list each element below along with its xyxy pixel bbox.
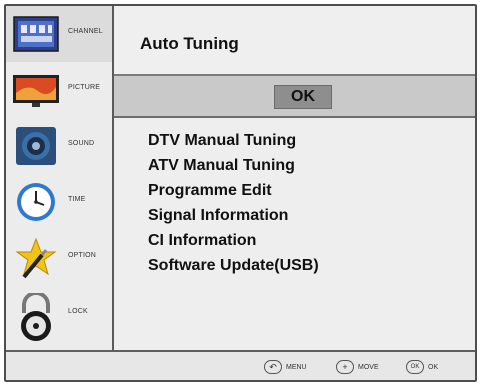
sidebar-item-label: SOUND (68, 140, 95, 147)
footer-hint-bar: ↶ MENU + MOVE OK OK (6, 350, 475, 380)
menu-item-software-update[interactable]: Software Update(USB) (148, 253, 319, 278)
sidebar-item-lock[interactable]: LOCK (6, 286, 112, 350)
ok-row: OK (114, 76, 475, 118)
footer-menu-hint: ↶ MENU (264, 360, 307, 374)
sidebar-item-label: PICTURE (68, 84, 101, 91)
menu-return-icon: ↶ (264, 360, 282, 374)
menu-item-dtv-manual-tuning[interactable]: DTV Manual Tuning (148, 128, 319, 153)
footer-ok-hint: OK OK (406, 360, 438, 374)
channel-menu-panel: Auto Tuning OK DTV Manual Tuning ATV Man… (114, 6, 475, 350)
clock-icon (17, 183, 55, 221)
menu-item-programme-edit[interactable]: Programme Edit (148, 178, 319, 203)
lock-icon (21, 293, 51, 341)
sidebar-item-label: LOCK (68, 308, 88, 315)
move-cross-icon: + (336, 360, 354, 374)
sound-icon (16, 127, 56, 165)
footer-move-hint: + MOVE (336, 360, 379, 374)
sidebar-item-label: CHANNEL (68, 28, 103, 35)
picture-icon (13, 75, 59, 107)
menu-item-signal-information[interactable]: Signal Information (148, 203, 319, 228)
ok-key-icon: OK (406, 360, 424, 374)
ok-button[interactable]: OK (274, 85, 332, 109)
sidebar-item-label: OPTION (68, 252, 97, 259)
option-icon (15, 237, 57, 279)
auto-tuning-item[interactable]: Auto Tuning (140, 34, 239, 54)
tv-menu-frame: CHANNEL PICTURE SOUND TIME OPTION LOCK A… (4, 4, 477, 382)
channel-menu-list: DTV Manual Tuning ATV Manual Tuning Prog… (148, 128, 319, 278)
sidebar-item-picture[interactable]: PICTURE (6, 62, 112, 118)
sidebar: CHANNEL PICTURE SOUND TIME OPTION LOCK (6, 6, 114, 350)
menu-item-ci-information[interactable]: CI Information (148, 228, 319, 253)
auto-tuning-row[interactable]: Auto Tuning (114, 6, 475, 76)
sidebar-item-sound[interactable]: SOUND (6, 118, 112, 174)
channel-icon (13, 16, 59, 52)
sidebar-item-time[interactable]: TIME (6, 174, 112, 230)
sidebar-item-label: TIME (68, 196, 86, 203)
sidebar-item-option[interactable]: OPTION (6, 230, 112, 286)
menu-item-atv-manual-tuning[interactable]: ATV Manual Tuning (148, 153, 319, 178)
sidebar-item-channel[interactable]: CHANNEL (6, 6, 112, 62)
